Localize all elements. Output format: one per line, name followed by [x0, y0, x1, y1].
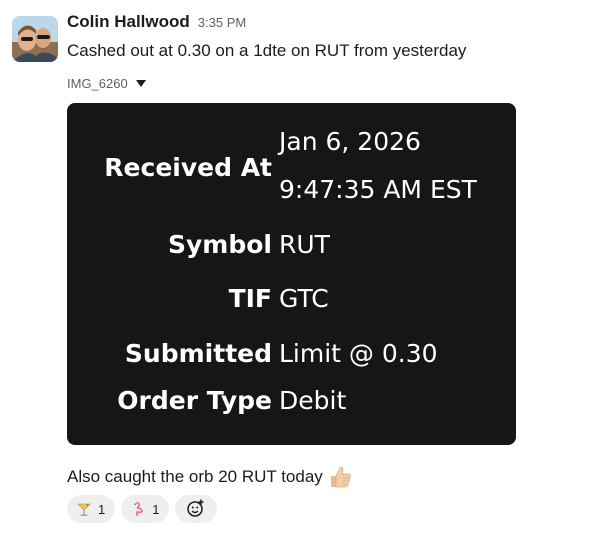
order-type-label: Order Type: [117, 386, 272, 415]
thumbs-up-icon: [327, 464, 353, 490]
received-time-value: 9:47:35 AM EST: [279, 175, 477, 204]
message-header: Colin Hallwood 3:35 PM: [67, 12, 246, 36]
tif-value: GTC: [279, 284, 329, 313]
submitted-label: Submitted: [124, 339, 272, 368]
attachment-toggle[interactable]: IMG_6260: [67, 76, 146, 91]
attachment-name: IMG_6260: [67, 76, 128, 91]
flamingo-icon: [130, 501, 146, 517]
followup-message: Also caught the orb 20 RUT today: [67, 464, 353, 490]
tif-label: TIF: [228, 284, 272, 313]
add-reaction-icon: [186, 498, 206, 521]
image-attachment[interactable]: Received At Jan 6, 2026 9:47:35 AM EST S…: [67, 103, 516, 445]
received-date-value: Jan 6, 2026: [279, 127, 421, 156]
reaction-count: 1: [152, 501, 160, 517]
reaction-count: 1: [98, 501, 106, 517]
symbol-value: RUT: [279, 230, 330, 259]
reactions-bar: 1 1: [67, 495, 218, 523]
symbol-label: Symbol: [168, 230, 272, 259]
cocktail-icon: [76, 501, 92, 517]
avatar[interactable]: [12, 16, 58, 62]
chat-message: Colin Hallwood 3:35 PM Cashed out at 0.3…: [0, 0, 589, 535]
sender-name[interactable]: Colin Hallwood: [67, 12, 190, 32]
reaction-cocktail[interactable]: 1: [67, 495, 116, 523]
message-timestamp[interactable]: 3:35 PM: [198, 15, 246, 30]
add-reaction-button[interactable]: [175, 495, 218, 523]
reaction-flamingo[interactable]: 1: [121, 495, 170, 523]
followup-text: Also caught the orb 20 RUT today: [67, 467, 323, 486]
submitted-value: Limit @ 0.30: [279, 339, 438, 368]
message-text: Cashed out at 0.30 on a 1dte on RUT from…: [67, 41, 467, 60]
caret-down-icon: [135, 80, 146, 87]
received-at-label: Received At: [104, 153, 272, 182]
avatar-photo-icon: [12, 16, 58, 62]
order-type-value: Debit: [279, 386, 347, 415]
